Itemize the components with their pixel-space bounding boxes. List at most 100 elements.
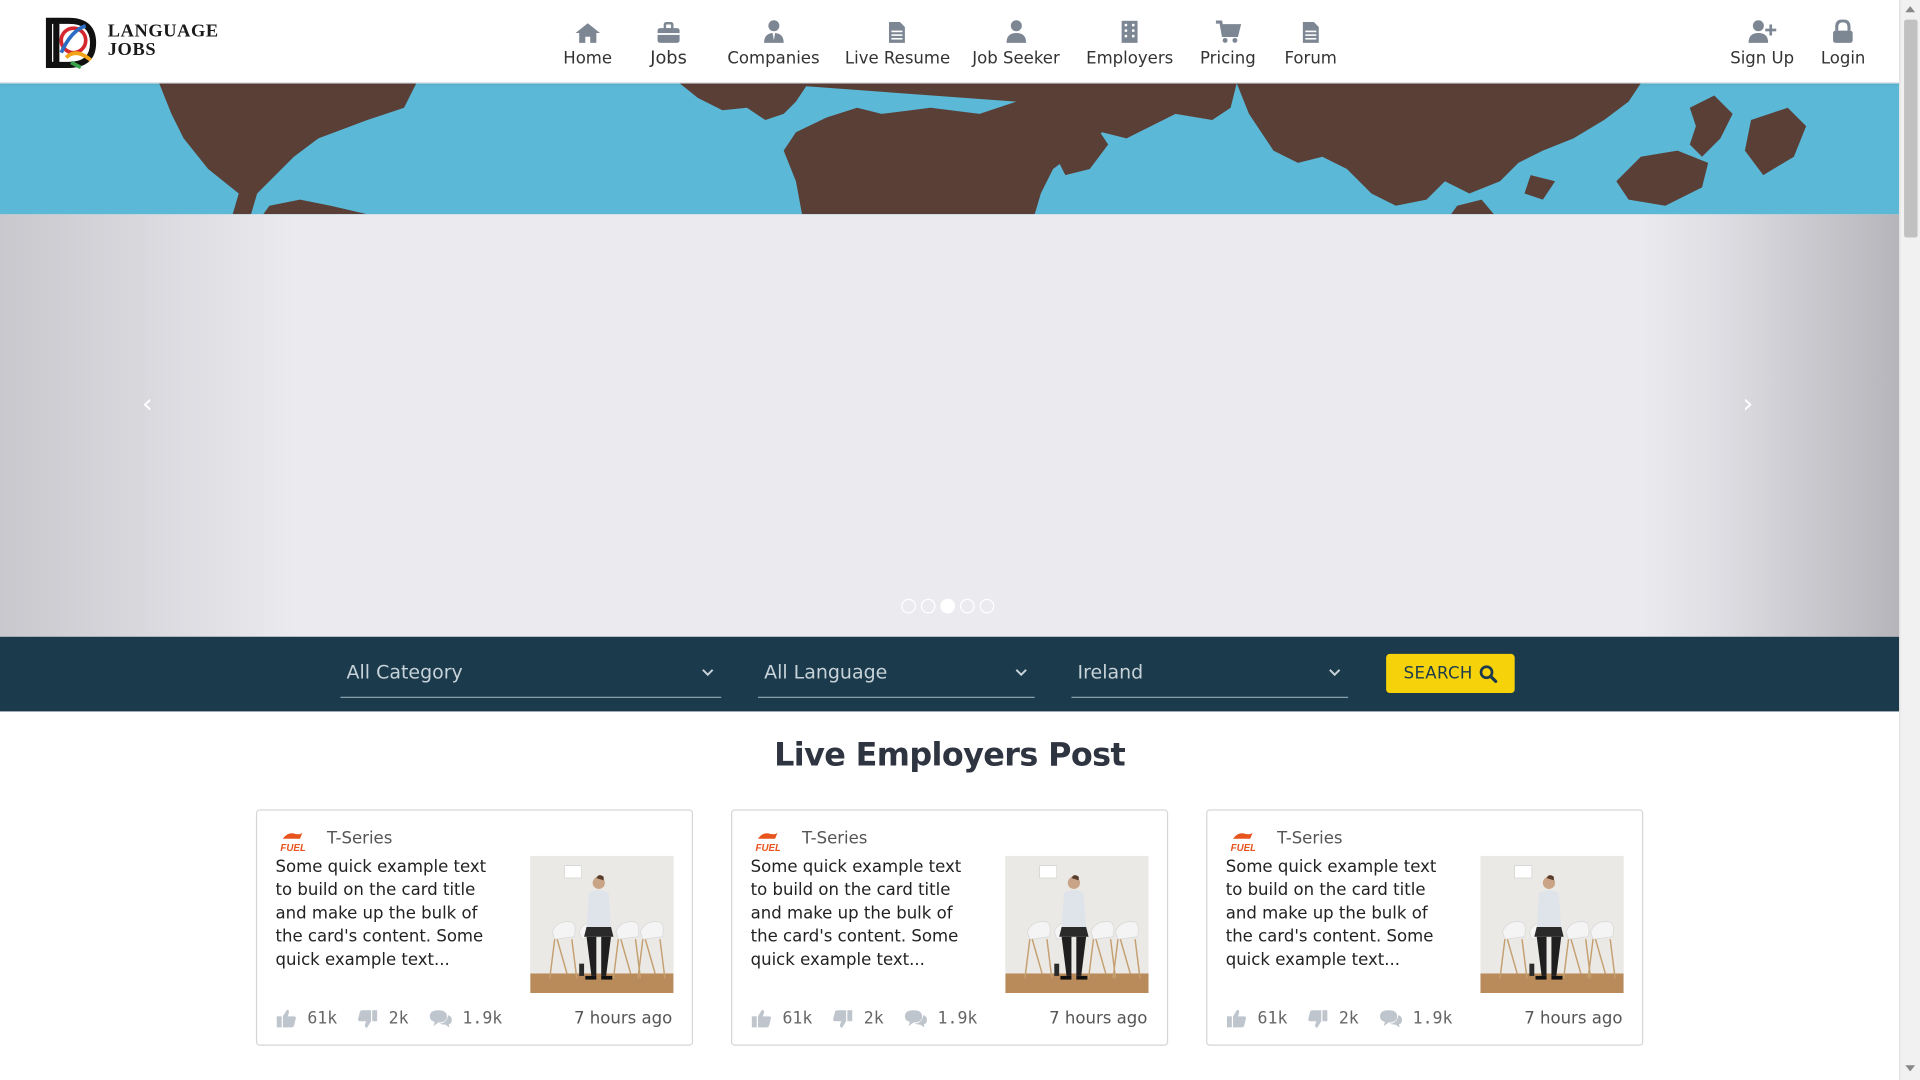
dislike-button[interactable]: 2k bbox=[357, 1009, 409, 1029]
nav-jobs[interactable]: Jobs bbox=[650, 17, 687, 69]
nav-live-resume[interactable]: Live Resume bbox=[845, 17, 950, 69]
scroll-up-icon[interactable] bbox=[1905, 6, 1916, 13]
carousel-slide bbox=[0, 214, 1900, 637]
nav-pricing[interactable]: Pricing bbox=[1200, 17, 1256, 69]
dislike-count: 2k bbox=[388, 1008, 409, 1029]
search-button-label: SEARCH bbox=[1403, 663, 1473, 684]
nav-jobs-label: Jobs bbox=[650, 48, 687, 69]
thumbs-down-icon bbox=[833, 1010, 853, 1028]
like-count: 61k bbox=[307, 1008, 338, 1029]
company-name[interactable]: T-Series bbox=[802, 829, 867, 849]
thumbs-down-icon bbox=[1308, 1010, 1328, 1028]
post-image[interactable] bbox=[1005, 855, 1149, 994]
section-title: Live Employers Post bbox=[774, 737, 1126, 774]
post-image[interactable] bbox=[530, 855, 674, 994]
like-button[interactable]: 61k bbox=[1226, 1008, 1288, 1029]
company-logo-text: FUEL bbox=[1231, 843, 1255, 852]
company-logo-icon: FUEL bbox=[1231, 832, 1255, 852]
comment-count: 1.9k bbox=[462, 1008, 503, 1029]
user-plus-icon bbox=[1747, 17, 1777, 44]
comments-icon bbox=[429, 1010, 452, 1028]
hero-carousel: ‹ › bbox=[0, 83, 1900, 637]
nav-home[interactable]: Home bbox=[563, 17, 613, 69]
post-description: Some quick example text to build on the … bbox=[275, 857, 487, 970]
company-name[interactable]: T-Series bbox=[327, 829, 392, 849]
category-select[interactable]: All Category bbox=[340, 656, 722, 698]
nav-companies[interactable]: Companies bbox=[727, 17, 820, 69]
document-icon bbox=[888, 17, 906, 44]
nav-employers-label: Employers bbox=[1086, 48, 1174, 69]
comment-button[interactable]: 1.9k bbox=[903, 1009, 977, 1029]
carousel-prev-button[interactable]: ‹ bbox=[142, 389, 153, 420]
post-description: Some quick example text to build on the … bbox=[750, 857, 962, 970]
scroll-down-icon[interactable] bbox=[1905, 1065, 1916, 1072]
post-time: 7 hours ago bbox=[1049, 1008, 1148, 1029]
main-nav: Home Jobs Companies Live Resume Job Seek… bbox=[0, 17, 1899, 71]
comments-icon bbox=[904, 1010, 927, 1028]
nav-login-label: Login bbox=[1820, 48, 1866, 69]
briefcase-icon bbox=[656, 17, 680, 44]
site-header: LANGUAGE JOBS Home Jobs Companies Live R… bbox=[0, 0, 1900, 84]
carousel-indicator-1[interactable] bbox=[901, 598, 916, 614]
user-tie-icon bbox=[762, 17, 784, 44]
post-stats: 61k 2k 1.9k bbox=[751, 1009, 997, 1029]
language-select[interactable]: All Language bbox=[757, 656, 1035, 698]
thumbs-down-icon bbox=[358, 1010, 378, 1028]
like-button[interactable]: 61k bbox=[751, 1008, 813, 1029]
comment-button[interactable]: 1.9k bbox=[1378, 1009, 1452, 1029]
search-bar: All Category All Language Ireland bbox=[0, 636, 1900, 712]
post-description: Some quick example text to build on the … bbox=[1225, 857, 1437, 970]
employer-post-card[interactable]: FUEL T-Series Some quick example text to… bbox=[731, 809, 1169, 1046]
nav-forum[interactable]: Forum bbox=[1284, 17, 1337, 69]
thumbs-up-icon bbox=[1226, 1009, 1247, 1028]
chevron-down-icon bbox=[702, 669, 714, 677]
world-map-image bbox=[0, 83, 1900, 215]
scroll-thumb[interactable] bbox=[1904, 19, 1918, 238]
nav-forum-label: Forum bbox=[1284, 48, 1337, 69]
comment-button[interactable]: 1.9k bbox=[428, 1009, 502, 1029]
search-icon bbox=[1479, 664, 1497, 683]
page: LANGUAGE JOBS Home Jobs Companies Live R… bbox=[0, 0, 1920, 1080]
nav-job-seeker[interactable]: Job Seeker bbox=[972, 17, 1060, 69]
comment-count: 1.9k bbox=[1412, 1008, 1453, 1029]
carousel-indicator-2[interactable] bbox=[920, 598, 936, 614]
lock-icon bbox=[1832, 17, 1854, 44]
like-count: 61k bbox=[782, 1008, 813, 1029]
carousel-indicators bbox=[901, 598, 995, 614]
nav-sign-up[interactable]: Sign Up bbox=[1730, 17, 1795, 69]
carousel-indicator-3[interactable] bbox=[940, 598, 956, 614]
company-logo-text: FUEL bbox=[280, 843, 304, 852]
nav-home-label: Home bbox=[563, 48, 613, 69]
post-image[interactable] bbox=[1480, 855, 1624, 994]
post-time: 7 hours ago bbox=[1524, 1008, 1623, 1029]
building-icon bbox=[1120, 17, 1138, 44]
chevron-down-icon bbox=[1015, 669, 1027, 677]
nav-login[interactable]: Login bbox=[1820, 17, 1866, 69]
dislike-button[interactable]: 2k bbox=[832, 1009, 884, 1029]
nav-job-seeker-label: Job Seeker bbox=[972, 48, 1060, 69]
dislike-button[interactable]: 2k bbox=[1307, 1009, 1359, 1029]
employer-post-card[interactable]: FUEL T-Series Some quick example text to… bbox=[1206, 809, 1644, 1046]
comments-icon bbox=[1379, 1010, 1402, 1028]
thumbs-up-icon bbox=[276, 1009, 296, 1028]
like-button[interactable]: 61k bbox=[276, 1008, 338, 1029]
cart-icon bbox=[1214, 17, 1241, 44]
company-name[interactable]: T-Series bbox=[1277, 829, 1342, 849]
chevron-down-icon bbox=[1329, 669, 1341, 677]
user-icon bbox=[1005, 17, 1027, 44]
carousel-next-button[interactable]: › bbox=[1742, 389, 1753, 420]
language-select-value: All Language bbox=[764, 661, 888, 684]
search-button[interactable]: SEARCH bbox=[1386, 653, 1515, 694]
thumbs-up-icon bbox=[751, 1009, 771, 1028]
nav-sign-up-label: Sign Up bbox=[1730, 48, 1795, 69]
carousel-indicator-5[interactable] bbox=[979, 598, 995, 614]
carousel-indicator-4[interactable] bbox=[960, 598, 975, 614]
nav-employers[interactable]: Employers bbox=[1086, 17, 1174, 69]
like-count: 61k bbox=[1257, 1008, 1288, 1029]
page-scrollbar[interactable] bbox=[1899, 0, 1920, 1080]
employer-post-card[interactable]: FUEL T-Series Some quick example text to… bbox=[255, 809, 694, 1046]
post-time: 7 hours ago bbox=[573, 1008, 673, 1029]
post-stats: 61k 2k 1.9k bbox=[1226, 1009, 1472, 1029]
home-icon bbox=[574, 17, 601, 44]
location-select[interactable]: Ireland bbox=[1071, 656, 1349, 698]
